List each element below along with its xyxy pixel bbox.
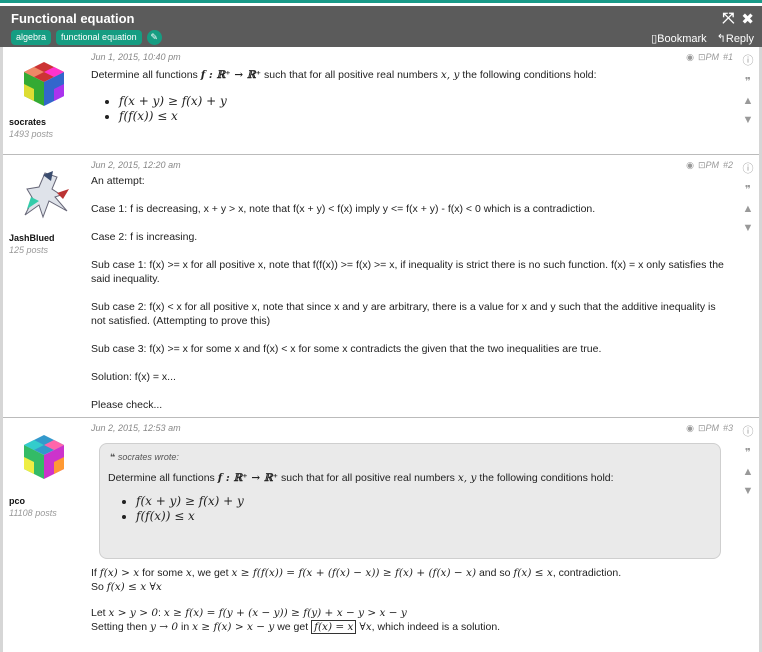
post-author: socrates 1493 posts <box>9 59 79 139</box>
post-meta: ◉ ⊡PM #3 <box>686 423 733 434</box>
posts-container: socrates 1493 posts Jun 1, 2015, 10:40 p… <box>0 47 762 652</box>
view-icon[interactable]: ◉ <box>686 423 694 434</box>
thread-window: Functional equation algebra functional e… <box>0 0 762 652</box>
close-icon[interactable]: ✖ <box>741 10 754 28</box>
quote-icon[interactable]: ❞ <box>745 75 751 88</box>
quote-icon[interactable]: ❞ <box>745 446 751 459</box>
pm-link[interactable]: ⊡PM <box>698 52 719 63</box>
edit-tags-icon[interactable]: ✎ <box>146 30 162 45</box>
author-post-count: 125 posts <box>9 245 49 255</box>
condition-item: f(x + y) ≥ f(x) + y <box>136 494 244 509</box>
view-icon[interactable]: ◉ <box>686 160 694 171</box>
quote-icon[interactable]: ❞ <box>745 183 751 196</box>
quote-header: ❝ socrates wrote: <box>110 452 179 462</box>
post-number: #1 <box>722 52 733 62</box>
post-meta: ◉ ⊡PM #1 <box>686 52 733 63</box>
paragraph: An attempt: <box>91 175 145 187</box>
author-post-count: 11108 posts <box>9 508 57 518</box>
quote-mark-icon: ❝ <box>110 452 116 462</box>
condition-item: f(f(x)) ≤ x <box>136 509 244 524</box>
thumbs-up-icon[interactable]: ▲ <box>743 95 754 107</box>
post-body: An attempt: Case 1: f is decreasing, x +… <box>91 174 731 412</box>
quote-block: ❝ socrates wrote: Determine all function… <box>99 443 721 559</box>
post-actions: ⓘ ❞ ▲ ▼ <box>741 52 755 126</box>
post-author: JashBlued 125 posts <box>9 167 79 255</box>
thumbs-down-icon[interactable]: ▼ <box>743 485 754 497</box>
condition-item: f(f(x)) ≤ x <box>119 109 731 124</box>
tag-algebra[interactable]: algebra <box>11 30 52 45</box>
post-number: #3 <box>722 423 733 433</box>
reply-line-1: If f(x) > x for some x, we get x ≥ f(f(x… <box>91 567 622 579</box>
post-1: socrates 1493 posts Jun 1, 2015, 10:40 p… <box>3 47 759 155</box>
paragraph: Solution: f(x) = x... <box>91 371 176 383</box>
post-date: Jun 2, 2015, 12:20 am <box>91 160 181 170</box>
paragraph: Sub case 1: f(x) >= x for all positive x… <box>91 259 724 285</box>
post-text: Determine all functions f : ℝ⁺ → ℝ⁺ such… <box>91 69 597 81</box>
thread-actions: ▯Bookmark ↰Reply <box>651 32 754 45</box>
author-name[interactable]: pco <box>9 496 79 506</box>
paragraph: Case 2: f is increasing. <box>91 231 198 243</box>
post-author: pco 11108 posts <box>9 432 79 518</box>
info-icon[interactable]: ⓘ <box>743 52 754 68</box>
post-actions: ⓘ ❞ ▲ ▼ <box>741 160 755 234</box>
reply-line-3: Let x > y > 0: x ≥ f(x) = f(y + (x − y))… <box>91 607 407 619</box>
paragraph: Please check... <box>91 399 163 411</box>
pm-link[interactable]: ⊡PM <box>698 160 719 171</box>
post-3: pco 11108 posts Jun 2, 2015, 12:53 am ◉ … <box>3 418 759 652</box>
tag-list: algebra functional equation ✎ <box>11 30 162 45</box>
author-name[interactable]: JashBlued <box>9 233 79 243</box>
paragraph: Sub case 3: f(x) >= x for some x and f(x… <box>91 343 602 355</box>
post-number: #2 <box>722 160 733 170</box>
thumbs-down-icon[interactable]: ▼ <box>743 114 754 126</box>
bookmark-button[interactable]: ▯Bookmark <box>651 32 707 45</box>
paragraph: Sub case 2: f(x) < x for all positive x,… <box>91 301 716 327</box>
post-date: Jun 2, 2015, 12:53 am <box>91 423 181 433</box>
avatar-pokemon-icon[interactable] <box>17 167 73 225</box>
quote-text: Determine all functions f : ℝ⁺ → ℝ⁺ such… <box>108 472 614 484</box>
reply-icon: ↰ <box>716 33 726 45</box>
avatar-cube-icon[interactable] <box>19 59 69 109</box>
author-name[interactable]: socrates <box>9 117 79 127</box>
paragraph: Case 1: f is decreasing, x + y > x, note… <box>91 203 596 215</box>
post-date: Jun 1, 2015, 10:40 pm <box>91 52 181 62</box>
thread-title: Functional equation <box>11 11 135 26</box>
post-2: JashBlued 125 posts Jun 2, 2015, 12:20 a… <box>3 155 759 418</box>
post-actions: ⓘ ❞ ▲ ▼ <box>741 423 755 497</box>
post-body: If f(x) > x for some x, we get x ≥ f(f(x… <box>91 566 736 634</box>
post-meta: ◉ ⊡PM #2 <box>686 160 733 171</box>
thumbs-up-icon[interactable]: ▲ <box>743 203 754 215</box>
condition-list: f(x + y) ≥ f(x) + y f(f(x)) ≤ x <box>136 494 244 524</box>
thumbs-up-icon[interactable]: ▲ <box>743 466 754 478</box>
condition-item: f(x + y) ≥ f(x) + y <box>119 94 731 109</box>
window-controls: ⤧ ✖ <box>722 10 754 28</box>
boxed-answer: f(x) = x <box>311 620 357 634</box>
tag-functional-equation[interactable]: functional equation <box>56 30 142 45</box>
reply-line-4: Setting then y → 0 in x ≥ f(x) > x − y w… <box>91 620 501 634</box>
info-icon[interactable]: ⓘ <box>743 160 754 176</box>
thread-header: Functional equation algebra functional e… <box>0 6 762 47</box>
pm-link[interactable]: ⊡PM <box>698 423 719 434</box>
post-body: Determine all functions f : ℝ⁺ → ℝ⁺ such… <box>91 68 731 124</box>
reply-button[interactable]: ↰Reply <box>717 32 754 45</box>
avatar-cube-icon[interactable] <box>19 432 69 482</box>
condition-list: f(x + y) ≥ f(x) + y f(f(x)) ≤ x <box>119 94 731 124</box>
info-icon[interactable]: ⓘ <box>743 423 754 439</box>
expand-icon[interactable]: ⤧ <box>722 10 734 28</box>
author-post-count: 1493 posts <box>9 129 54 139</box>
view-icon[interactable]: ◉ <box>686 52 694 63</box>
reply-line-2: So f(x) ≤ x ∀x <box>91 581 162 593</box>
thumbs-down-icon[interactable]: ▼ <box>743 222 754 234</box>
